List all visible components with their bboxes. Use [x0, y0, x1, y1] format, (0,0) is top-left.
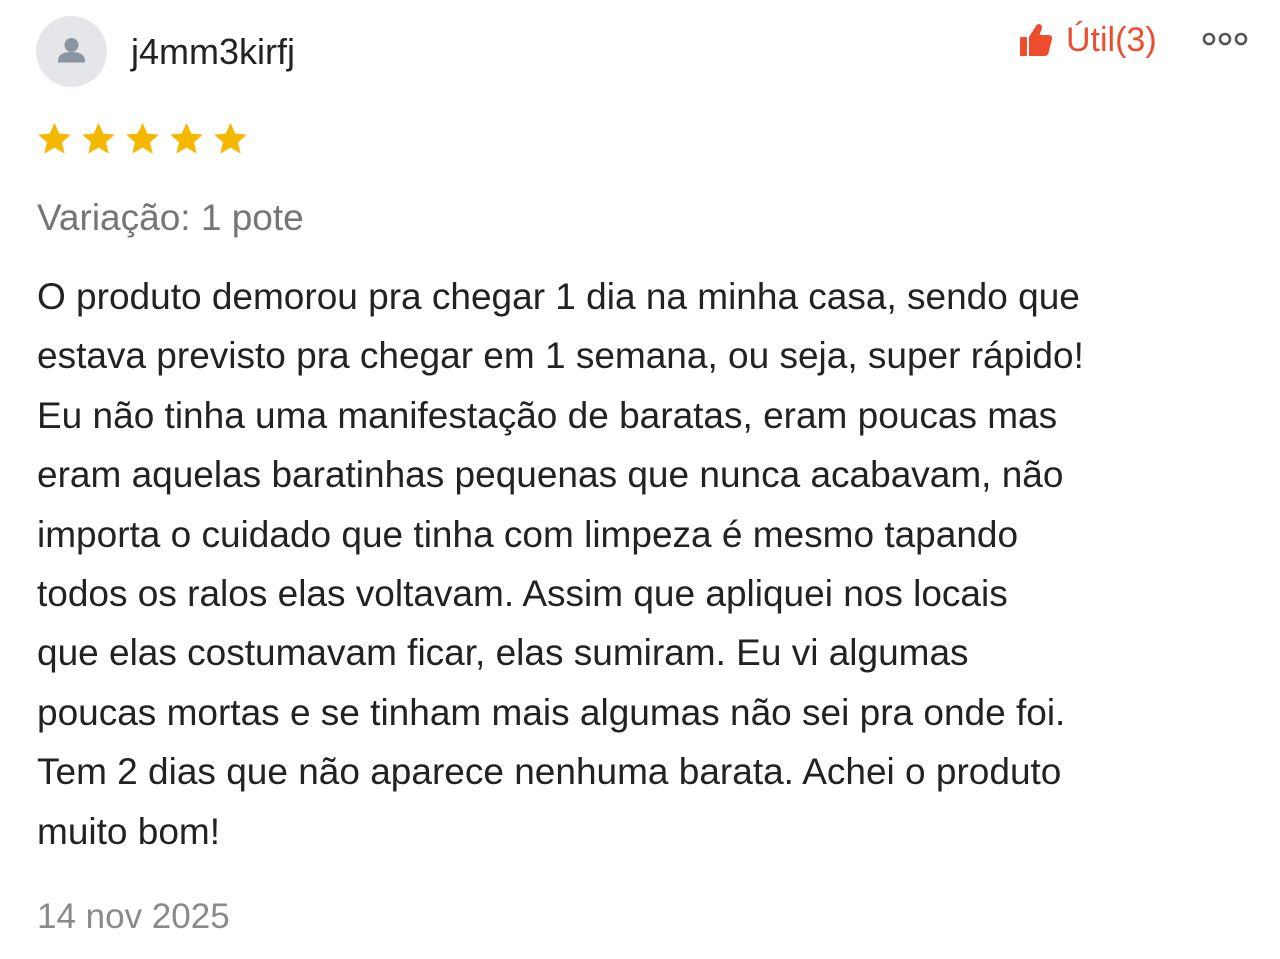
star-icon — [38, 122, 71, 154]
review-date: 14 nov 2025 — [37, 897, 230, 936]
review-text-line: estava previsto pra chegar em 1 semana, … — [37, 335, 1084, 377]
review-card: j4mm3kirfj Útil(3) Variação: 1 pote O pr… — [0, 0, 1280, 959]
review-text-line: que elas costumavam ficar, elas sumiram.… — [37, 632, 969, 674]
review-text: O produto demorou pra chegar 1 dia na mi… — [37, 267, 1262, 861]
review-header: j4mm3kirfj Útil(3) — [36, 16, 1248, 88]
star-icon — [126, 122, 159, 154]
review-text-line: poucas mortas e se tinham mais algumas n… — [37, 691, 1066, 733]
review-text-line: importa o cuidado que tinha com limpeza … — [37, 513, 1019, 555]
variation-label: Variação: 1 pote — [37, 197, 304, 238]
avatar[interactable] — [36, 16, 107, 87]
review-text-line: todos os ralos elas voltavam. Assim que … — [37, 573, 1008, 615]
helpful-label: Útil(3) — [1066, 21, 1157, 59]
review-text-line: Tem 2 dias que não aparece nenhuma barat… — [37, 751, 1062, 793]
review-text-line: O produto demorou pra chegar 1 dia na mi… — [37, 276, 1080, 317]
username[interactable]: j4mm3kirfj — [131, 30, 295, 74]
star-icon — [214, 122, 247, 154]
review-text-line: Eu não tinha uma manifestação de baratas… — [37, 394, 1058, 436]
user-silhouette-icon — [58, 38, 85, 63]
helpful-button[interactable]: Útil(3) — [1019, 18, 1157, 62]
star-icon — [170, 122, 203, 154]
review-text-line: muito bom! — [37, 810, 221, 852]
star-rating — [36, 121, 256, 163]
review-text-line: eram aquelas baratinhas pequenas que nun… — [37, 454, 1064, 496]
thumbs-up-icon — [1020, 24, 1053, 56]
more-options-icon[interactable] — [1202, 28, 1248, 50]
star-icon — [82, 122, 115, 154]
